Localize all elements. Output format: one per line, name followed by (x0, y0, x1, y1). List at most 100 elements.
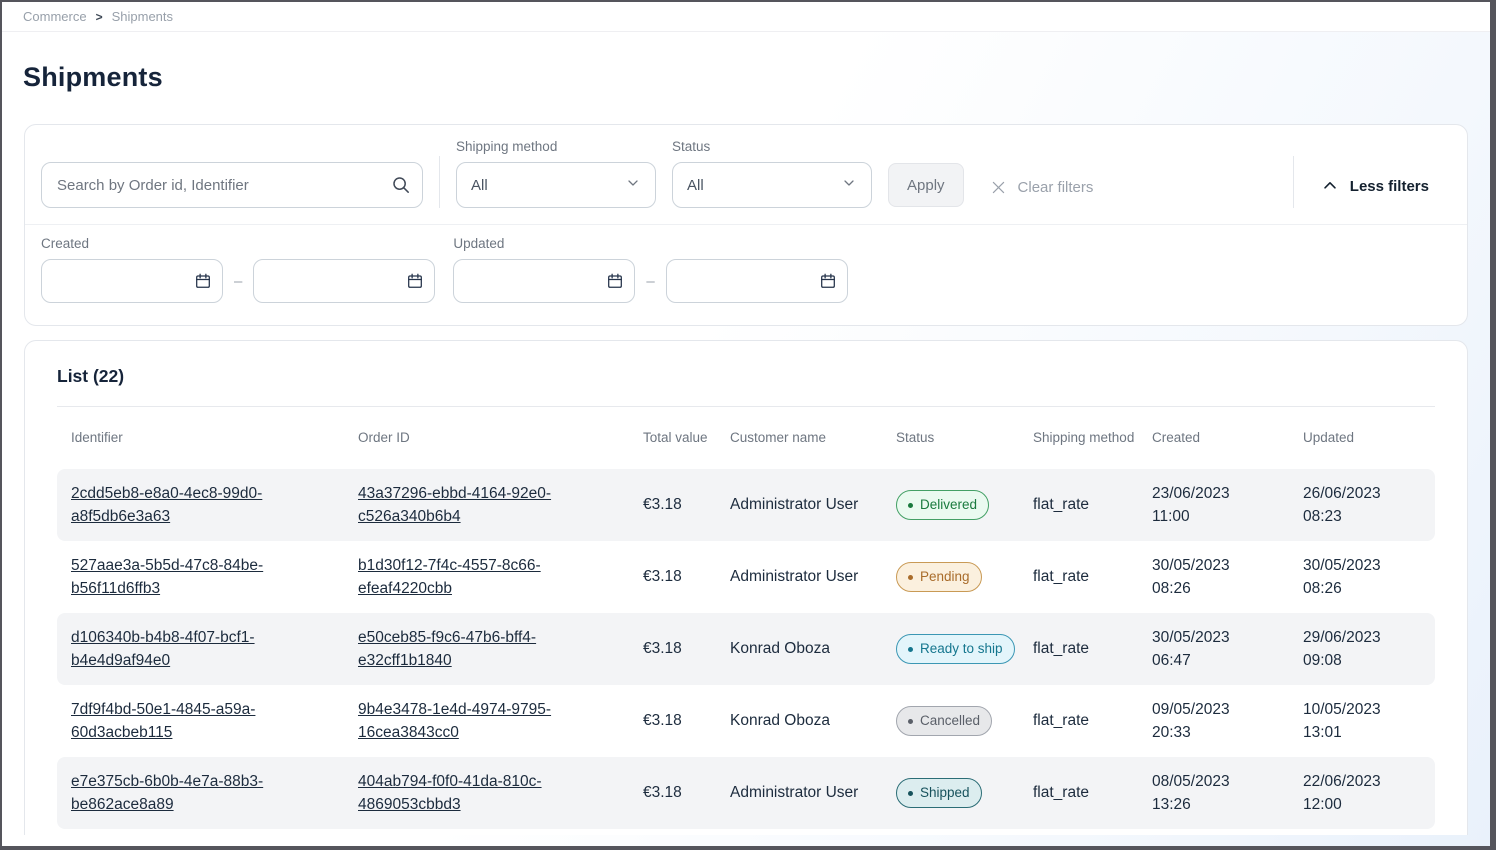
status-label: Status (672, 139, 872, 154)
order-id-cell: 9b4e3478-1e4d-4974-9795-16cea3843cc0 (358, 698, 643, 745)
status-dot-icon (908, 719, 913, 724)
identifier-link[interactable]: d106340b-b4b8-4f07-bcf1-b4e4d9af94e0 (71, 629, 255, 669)
order-id-link[interactable]: b1d30f12-7f4c-4557-8c66-efeaf4220cbb (358, 557, 541, 597)
order-id-link[interactable]: e50ceb85-f9c6-47b6-bff4-e32cff1b1840 (358, 629, 536, 669)
column-header-total-value: Total value (643, 429, 730, 448)
shipping-method-cell: flat_rate (1033, 781, 1152, 804)
status-cell: Cancelled (896, 706, 1033, 736)
updated-date: 29/06/2023 (1303, 626, 1407, 649)
filters-row-main: Shipping method All Status All (25, 125, 1467, 225)
status-select[interactable]: All (672, 162, 872, 208)
shipments-page: Commerce > Shipments Shipments Shipping … (2, 2, 1490, 846)
filters-row-dates: Created – (25, 225, 1467, 325)
table-row: 7df9f4bd-50e1-4845-a59a-60d3acbeb115 9b4… (57, 685, 1435, 757)
breadcrumb: Commerce > Shipments (2, 2, 1490, 32)
search-field (41, 162, 423, 208)
column-header-order-id: Order ID (358, 429, 643, 448)
filters-toggle-area: Less filters (1293, 156, 1451, 208)
status-badge-label: Delivered (920, 495, 977, 515)
identifier-link[interactable]: 2cdd5eb8-e8a0-4ec8-99d0-a8f5db6e3a63 (71, 485, 262, 525)
calendar-icon (819, 272, 837, 295)
search-input[interactable] (41, 162, 423, 208)
status-dot-icon (908, 575, 913, 580)
page-title: Shipments (23, 62, 1490, 93)
table-row: 2cdd5eb8-e8a0-4ec8-99d0-a8f5db6e3a63 43a… (57, 469, 1435, 541)
identifier-link[interactable]: 527aae3a-5b5d-47c8-84be-b56f11d6ffb3 (71, 557, 263, 597)
created-cell: 30/05/2023 06:47 (1152, 626, 1303, 673)
column-header-status: Status (896, 429, 1033, 448)
created-date: 30/05/2023 (1152, 626, 1289, 649)
total-value-cell: €3.18 (643, 493, 730, 516)
updated-time: 08:26 (1303, 577, 1407, 600)
chevron-up-icon (1321, 177, 1339, 195)
shipping-method-filter: Shipping method All (456, 139, 656, 208)
updated-cell: 10/05/2023 13:01 (1303, 698, 1421, 745)
customer-name-cell: Administrator User (730, 781, 876, 804)
customer-name-cell: Konrad Oboza (730, 709, 876, 732)
created-date: 30/05/2023 (1152, 554, 1289, 577)
filters-panel: Shipping method All Status All (24, 124, 1468, 326)
list-title: List (22) (57, 341, 1435, 387)
identifier-cell: 7df9f4bd-50e1-4845-a59a-60d3acbeb115 (71, 698, 358, 745)
updated-cell: 30/05/2023 08:26 (1303, 554, 1421, 601)
close-icon (990, 179, 1007, 196)
search-icon (391, 175, 411, 200)
table-row: d106340b-b4b8-4f07-bcf1-b4e4d9af94e0 e50… (57, 613, 1435, 685)
total-value-cell: €3.18 (643, 565, 730, 588)
order-id-link[interactable]: 43a37296-ebbd-4164-92e0-c526a340b6b4 (358, 485, 551, 525)
status-cell: Ready to ship (896, 634, 1033, 664)
order-id-link[interactable]: 404ab794-f0f0-41da-810c-4869053cbbd3 (358, 773, 542, 813)
order-id-link[interactable]: 9b4e3478-1e4d-4974-9795-16cea3843cc0 (358, 701, 551, 741)
calendar-icon (406, 272, 424, 295)
created-time: 13:26 (1152, 793, 1289, 816)
created-time: 08:26 (1152, 577, 1289, 600)
updated-range: Updated – (453, 236, 847, 303)
range-dash: – (646, 273, 654, 290)
table-body: 2cdd5eb8-e8a0-4ec8-99d0-a8f5db6e3a63 43a… (57, 469, 1435, 829)
created-from-field (41, 259, 223, 303)
shipping-method-cell: flat_rate (1033, 637, 1152, 660)
clear-filters-button[interactable]: Clear filters (990, 179, 1094, 196)
updated-date: 10/05/2023 (1303, 698, 1407, 721)
column-header-identifier: Identifier (71, 429, 358, 448)
created-cell: 30/05/2023 08:26 (1152, 554, 1303, 601)
clear-filters-label: Clear filters (1018, 179, 1094, 196)
status-dot-icon (908, 791, 913, 796)
updated-date: 26/06/2023 (1303, 482, 1407, 505)
identifier-cell: 2cdd5eb8-e8a0-4ec8-99d0-a8f5db6e3a63 (71, 482, 358, 529)
status-badge: Cancelled (896, 706, 992, 736)
chevron-down-icon (625, 175, 641, 195)
updated-to-field (666, 259, 848, 303)
order-id-cell: 43a37296-ebbd-4164-92e0-c526a340b6b4 (358, 482, 643, 529)
status-badge: Pending (896, 562, 982, 592)
shipping-method-cell: flat_rate (1033, 709, 1152, 732)
status-badge: Delivered (896, 490, 989, 520)
updated-time: 12:00 (1303, 793, 1407, 816)
calendar-icon (194, 272, 212, 295)
updated-cell: 26/06/2023 08:23 (1303, 482, 1421, 529)
identifier-link[interactable]: e7e375cb-6b0b-4e7a-88b3-be862ace8a89 (71, 773, 263, 813)
updated-cell: 22/06/2023 12:00 (1303, 770, 1421, 817)
customer-name-cell: Administrator User (730, 565, 876, 588)
order-id-cell: 404ab794-f0f0-41da-810c-4869053cbbd3 (358, 770, 643, 817)
identifier-cell: d106340b-b4b8-4f07-bcf1-b4e4d9af94e0 (71, 626, 358, 673)
breadcrumb-item-commerce[interactable]: Commerce (23, 9, 87, 24)
status-badge-label: Cancelled (920, 711, 980, 731)
updated-label: Updated (453, 236, 847, 251)
status-dot-icon (908, 647, 913, 652)
shipping-method-select[interactable]: All (456, 162, 656, 208)
column-header-customer-name: Customer name (730, 429, 896, 448)
less-filters-button[interactable]: Less filters (1321, 177, 1429, 195)
filters-divider (1293, 156, 1294, 208)
created-label: Created (41, 236, 435, 251)
created-time: 20:33 (1152, 721, 1289, 744)
table-row: 527aae3a-5b5d-47c8-84be-b56f11d6ffb3 b1d… (57, 541, 1435, 613)
customer-name-cell: Konrad Oboza (730, 637, 876, 660)
status-value: All (687, 177, 704, 194)
column-header-shipping-method: Shipping method (1033, 429, 1152, 448)
identifier-link[interactable]: 7df9f4bd-50e1-4845-a59a-60d3acbeb115 (71, 701, 255, 741)
updated-from-field (453, 259, 635, 303)
range-dash: – (234, 273, 242, 290)
status-cell: Pending (896, 562, 1033, 592)
apply-button[interactable]: Apply (888, 163, 964, 207)
